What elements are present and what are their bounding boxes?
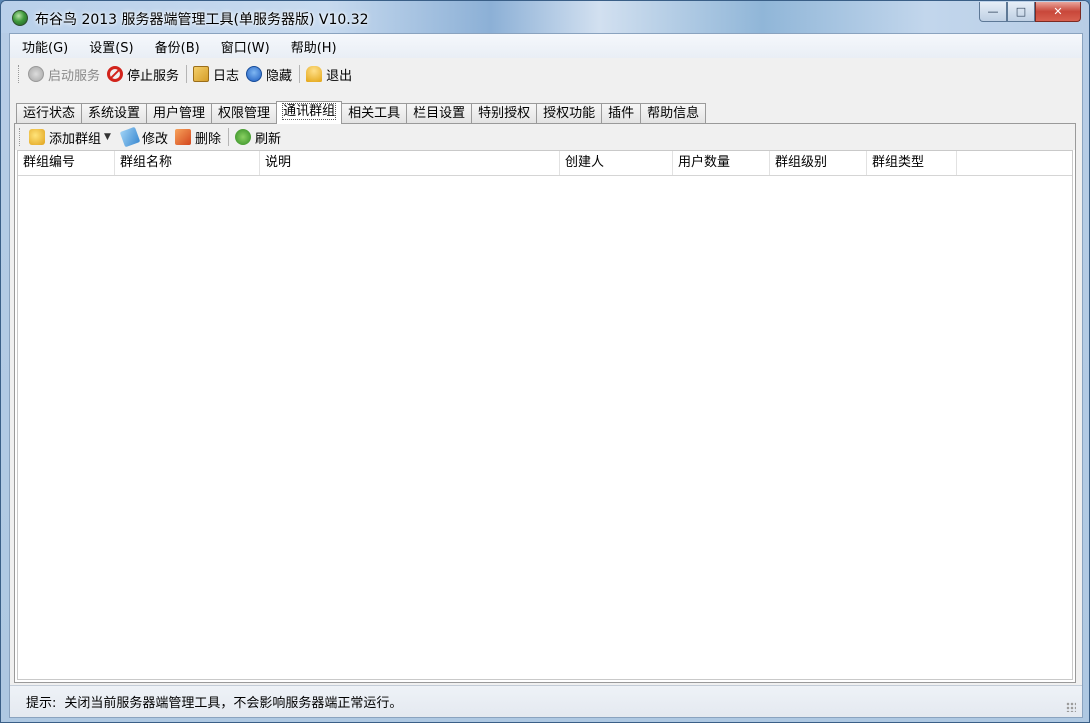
tab-related-tools[interactable]: 相关工具	[341, 103, 408, 123]
toolbar-separator	[186, 65, 188, 83]
start-service-label: 启动服务	[48, 68, 101, 84]
hide-button[interactable]: 隐藏	[246, 65, 292, 84]
stop-icon	[107, 66, 124, 82]
tab-label: 运行状态	[23, 106, 76, 121]
window-title: 布谷鸟 2013 服务器端管理工具(单服务器版) V10.32	[35, 12, 369, 28]
edit-label: 修改	[141, 131, 168, 147]
menu-settings[interactable]: 设置(S)	[89, 37, 133, 56]
tab-label: 权限管理	[218, 106, 271, 121]
main-toolbar: 启动服务 停止服务 日志 隐藏 退出	[10, 60, 1082, 88]
title-bar[interactable]: 布谷鸟 2013 服务器端管理工具(单服务器版) V10.32 — □ ✕	[1, 1, 1089, 33]
tab-label: 系统设置	[88, 106, 141, 121]
log-label: 日志	[213, 68, 240, 84]
status-bar: 提示: 关闭当前服务器端管理工具，不会影响服务器端正常运行。	[10, 685, 1082, 717]
column-header-group-level[interactable]: 群组级别	[770, 151, 867, 175]
refresh-label: 刷新	[254, 131, 281, 147]
refresh-icon	[234, 129, 251, 145]
tab-communication-groups[interactable]: 通讯群组	[276, 101, 343, 124]
client-area: 功能(G) 设置(S) 备份(B) 窗口(W) 帮助(H) 启动服务 停止服务 …	[9, 33, 1083, 718]
delete-label: 删除	[194, 131, 221, 147]
column-header-group-type[interactable]: 群组类型	[867, 151, 957, 175]
exit-label: 退出	[326, 68, 353, 84]
minimize-button[interactable]: —	[979, 2, 1007, 22]
hide-label: 隐藏	[266, 68, 293, 84]
tab-run-status[interactable]: 运行状态	[16, 103, 83, 123]
tab-label: 帮助信息	[647, 106, 700, 121]
stop-service-button[interactable]: 停止服务	[107, 65, 179, 84]
chevron-down-icon[interactable]: ▼	[104, 132, 111, 142]
tab-label: 授权功能	[543, 106, 596, 121]
status-message: 关闭当前服务器端管理工具，不会影响服务器端正常运行。	[64, 696, 403, 711]
toolbar-separator	[227, 128, 229, 146]
tab-help-info[interactable]: 帮助信息	[640, 103, 707, 123]
app-window: 布谷鸟 2013 服务器端管理工具(单服务器版) V10.32 — □ ✕ 功能…	[0, 0, 1090, 723]
tab-system-settings[interactable]: 系统设置	[81, 103, 148, 123]
edit-group-button[interactable]: 修改	[119, 126, 168, 148]
status-label: 提示:	[26, 696, 57, 711]
stop-service-label: 停止服务	[127, 68, 180, 84]
tab-label: 用户管理	[153, 106, 206, 121]
tab-label: 相关工具	[348, 106, 401, 121]
exit-button[interactable]: 退出	[306, 65, 352, 84]
window-controls: — □ ✕	[979, 2, 1081, 22]
maximize-icon: □	[1015, 5, 1027, 18]
tab-authorized-features[interactable]: 授权功能	[536, 103, 603, 123]
maximize-button[interactable]: □	[1007, 2, 1035, 22]
tab-column-settings[interactable]: 栏目设置	[406, 103, 473, 123]
menu-function[interactable]: 功能(G)	[22, 37, 68, 56]
column-header-description[interactable]: 说明	[260, 151, 560, 175]
menu-help[interactable]: 帮助(H)	[291, 37, 337, 56]
tab-label: 特别授权	[478, 106, 531, 121]
edit-icon	[119, 126, 141, 148]
groups-table[interactable]: 群组编号 群组名称 说明 创建人 用户数量 群组级别 群组类型	[17, 150, 1073, 680]
delete-group-button[interactable]: 删除	[174, 128, 221, 147]
groups-panel: 添加群组 ▼ 修改 删除 刷新 群组编号 群组名称 说明 创建人 用户数量 群组…	[14, 123, 1076, 683]
menu-backup[interactable]: 备份(B)	[155, 37, 200, 56]
tab-special-authorization[interactable]: 特别授权	[471, 103, 538, 123]
minimize-icon: —	[987, 5, 999, 18]
tab-user-management[interactable]: 用户管理	[146, 103, 213, 123]
hide-icon	[246, 66, 263, 82]
close-button[interactable]: ✕	[1035, 2, 1081, 22]
refresh-button[interactable]: 刷新	[234, 128, 281, 147]
column-header-group-id[interactable]: 群组编号	[18, 151, 115, 175]
toolbar-grip[interactable]	[18, 65, 22, 83]
tab-strip: 运行状态 系统设置 用户管理 权限管理 通讯群组 相关工具 栏目设置 特别授权 …	[16, 101, 707, 124]
tab-label: 通讯群组	[282, 103, 337, 120]
log-button[interactable]: 日志	[193, 65, 239, 84]
toolbar-grip[interactable]	[19, 128, 23, 146]
group-toolbar: 添加群组 ▼ 修改 删除 刷新	[15, 124, 1075, 150]
resize-grip[interactable]	[1066, 702, 1076, 712]
tab-label: 栏目设置	[413, 106, 466, 121]
menu-bar: 功能(G) 设置(S) 备份(B) 窗口(W) 帮助(H)	[10, 34, 1082, 58]
close-icon: ✕	[1053, 5, 1063, 18]
add-group-icon	[29, 129, 45, 145]
exit-icon	[306, 66, 323, 82]
menu-window[interactable]: 窗口(W)	[221, 37, 270, 56]
column-header-creator[interactable]: 创建人	[560, 151, 673, 175]
column-header-user-count[interactable]: 用户数量	[673, 151, 770, 175]
log-icon	[193, 66, 210, 82]
add-group-button[interactable]: 添加群组 ▼	[29, 128, 115, 147]
table-header: 群组编号 群组名称 说明 创建人 用户数量 群组级别 群组类型	[18, 151, 1072, 176]
toolbar-separator	[299, 65, 301, 83]
delete-icon	[174, 129, 191, 145]
tab-permission-management[interactable]: 权限管理	[211, 103, 278, 123]
start-icon	[28, 66, 44, 82]
column-header-filler	[957, 151, 1072, 175]
tab-label: 插件	[608, 106, 635, 121]
add-group-label: 添加群组	[49, 131, 102, 147]
tab-plugins[interactable]: 插件	[601, 103, 642, 123]
globe-icon	[12, 10, 28, 26]
column-header-group-name[interactable]: 群组名称	[115, 151, 260, 175]
start-service-button[interactable]: 启动服务	[28, 65, 100, 84]
